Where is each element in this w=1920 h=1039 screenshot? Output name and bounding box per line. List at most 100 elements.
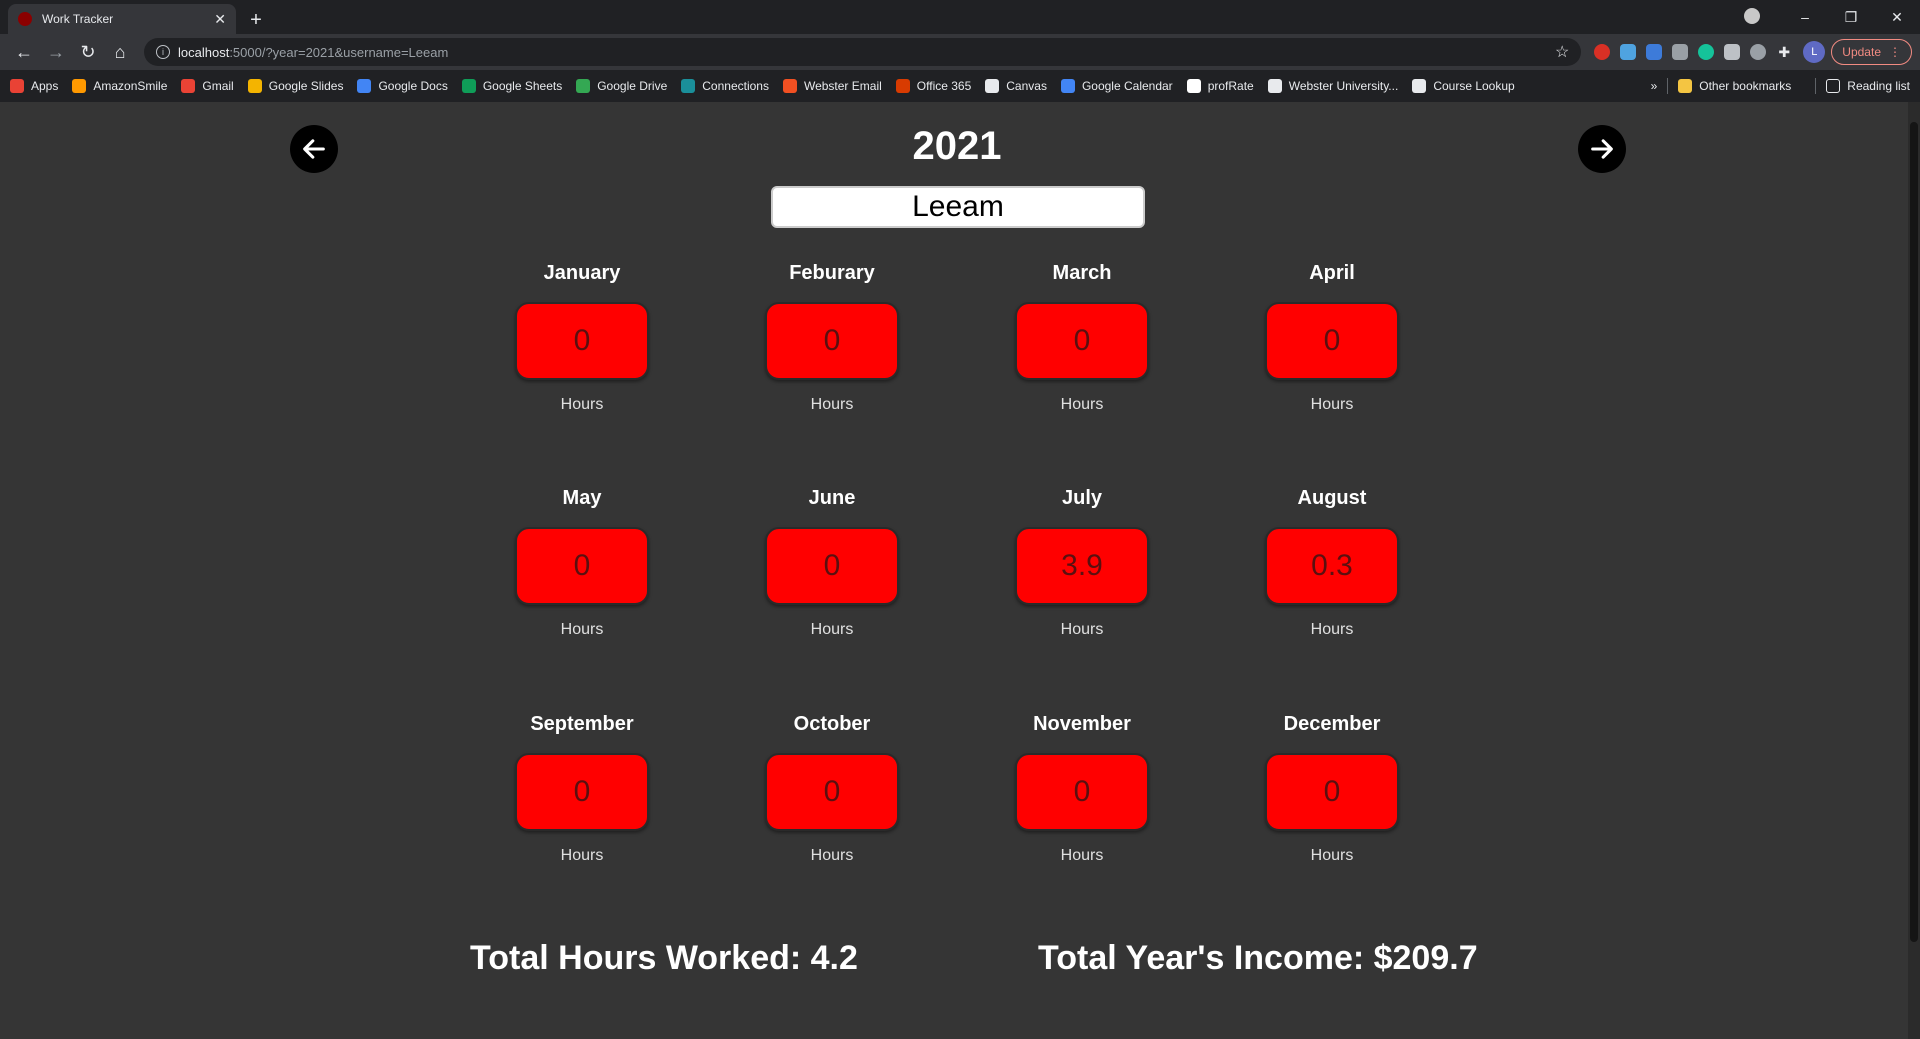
bookmark-favicon-icon [681,79,696,93]
browser-chrome: Work Tracker ✕ + – ❐ ✕ ← → ↻ ⌂ i localho… [0,0,1920,102]
extension-6-icon[interactable] [1719,39,1745,65]
bookmark-item[interactable]: Webster University... [1267,79,1398,93]
hours-label: Hours [1060,847,1104,864]
extension-2-icon[interactable] [1615,39,1641,65]
back-button[interactable]: ← [8,36,40,68]
month-name: August [1297,487,1367,509]
month-name: Feburary [789,262,875,284]
year-title: 2021 [912,124,1002,168]
month-card: May 0 Hours [482,487,682,639]
extension-1-icon[interactable] [1589,39,1615,65]
bookmark-item[interactable]: AmazonSmile [72,79,167,93]
month-hours-button[interactable]: 0 [1265,753,1399,831]
window-controls: – ❐ ✕ [1736,0,1920,34]
month-hours-button[interactable]: 3.9 [1015,527,1149,605]
month-hours-button[interactable]: 0 [515,753,649,831]
hours-label: Hours [1310,847,1354,864]
browser-toolbar: ← → ↻ ⌂ i localhost :5000/?year=2021&use… [0,34,1920,70]
profile-avatar[interactable]: L [1803,41,1826,63]
close-window-button[interactable]: ✕ [1874,9,1920,26]
update-button[interactable]: Update ⋮ [1831,39,1912,65]
hours-label: Hours [810,621,854,638]
site-info-icon[interactable]: i [156,45,170,59]
bookmark-item[interactable]: Google Sheets [461,79,562,93]
bookmark-favicon-icon [985,79,1000,93]
hours-label: Hours [560,621,604,638]
bookmark-favicon-icon [247,79,262,93]
tab-title: Work Tracker [42,12,114,26]
bookmark-label: Google Calendar [1081,79,1173,93]
bookmark-item[interactable]: Apps [10,79,58,93]
bookmark-favicon-icon [1060,79,1075,93]
bookmark-favicon-icon [1186,79,1201,93]
month-name: April [1309,262,1355,284]
work-tracker-page: 2021 January 0 Hours Feburary 0 Hours March 0 Ho… [0,102,1920,1039]
month-hours-button[interactable]: 0 [515,302,649,380]
bookmark-favicon-icon [1267,79,1282,93]
bookmark-item[interactable]: Google Slides [247,79,343,93]
month-card: August 0.3 Hours [1232,487,1432,639]
bookmark-star-icon[interactable]: ☆ [1555,42,1569,62]
bookmark-item[interactable]: Canvas [985,79,1047,93]
total-year-income: Total Year's Income: $209.7 [1038,939,1478,977]
month-name: September [530,713,634,735]
month-name: May [562,487,602,509]
page-scrollbar[interactable] [1908,102,1920,1039]
month-name: March [1052,262,1112,284]
reading-list-label: Reading list [1847,79,1910,93]
tab-work-tracker[interactable]: Work Tracker ✕ [8,4,236,34]
address-bar[interactable]: i localhost :5000/?year=2021&username=Le… [144,38,1582,66]
url-path: :5000/?year=2021&username=Leeam [229,44,449,60]
bookmark-item[interactable]: Webster Email [782,79,882,93]
tab-search-icon[interactable] [1736,7,1782,27]
bookmark-favicon-icon [895,79,910,93]
minimize-button[interactable]: – [1782,9,1828,25]
extension-3-icon[interactable] [1641,39,1667,65]
month-card: January 0 Hours [482,262,682,414]
bookmark-label: Connections [702,79,769,93]
month-card: October 0 Hours [732,713,932,865]
bookmark-item[interactable]: Course Lookup [1412,79,1515,93]
bookmark-item[interactable]: profRate [1186,79,1254,93]
month-hours-button[interactable]: 0 [765,302,899,380]
bookmark-label: Canvas [1006,79,1047,93]
month-hours-button[interactable]: 0 [515,527,649,605]
month-name: June [808,487,856,509]
hours-label: Hours [560,396,604,413]
bookmark-item[interactable]: Gmail [181,79,234,93]
month-hours-button[interactable]: 0 [765,753,899,831]
bookmark-label: profRate [1207,79,1254,93]
bookmark-label: Gmail [202,79,234,93]
home-button[interactable]: ⌂ [104,36,136,68]
month-hours-button[interactable]: 0 [1015,753,1149,831]
month-hours-button[interactable]: 0 [765,527,899,605]
restore-button[interactable]: ❐ [1828,9,1874,26]
extension-7-icon[interactable] [1745,39,1771,65]
reading-list[interactable]: Reading list [1826,79,1910,93]
forward-button[interactable]: → [40,36,72,68]
month-hours-button[interactable]: 0 [1015,302,1149,380]
scrollbar-thumb[interactable] [1910,122,1918,942]
close-tab-icon[interactable]: ✕ [214,11,226,28]
extension-4-icon[interactable] [1667,39,1693,65]
bookmark-item[interactable]: Office 365 [895,79,972,93]
new-tab-button[interactable]: + [242,6,270,34]
extensions-puzzle-icon[interactable]: ✚ [1771,39,1797,65]
bookmark-label: Google Drive [597,79,668,93]
bookmark-label: Office 365 [916,79,972,93]
bookmark-item[interactable]: Google Docs [357,79,448,93]
divider [1667,78,1669,94]
bookmark-item[interactable]: Google Calendar [1060,79,1173,93]
bookmark-label: Webster Email [803,79,882,93]
month-hours-button[interactable]: 0.3 [1265,527,1399,605]
more-bookmarks-chevron[interactable]: » [1651,79,1658,93]
reload-button[interactable]: ↻ [72,36,104,68]
bookmark-item[interactable]: Connections [681,79,769,93]
grammarly-icon[interactable] [1693,39,1719,65]
other-bookmarks[interactable]: Other bookmarks [1678,79,1791,93]
username-input[interactable] [771,186,1145,228]
menu-dots-icon: ⋮ [1889,45,1901,59]
month-hours-button[interactable]: 0 [1265,302,1399,380]
bookmark-item[interactable]: Google Drive [576,79,667,93]
bookmarks-right: » Other bookmarks Reading list [1651,78,1910,94]
